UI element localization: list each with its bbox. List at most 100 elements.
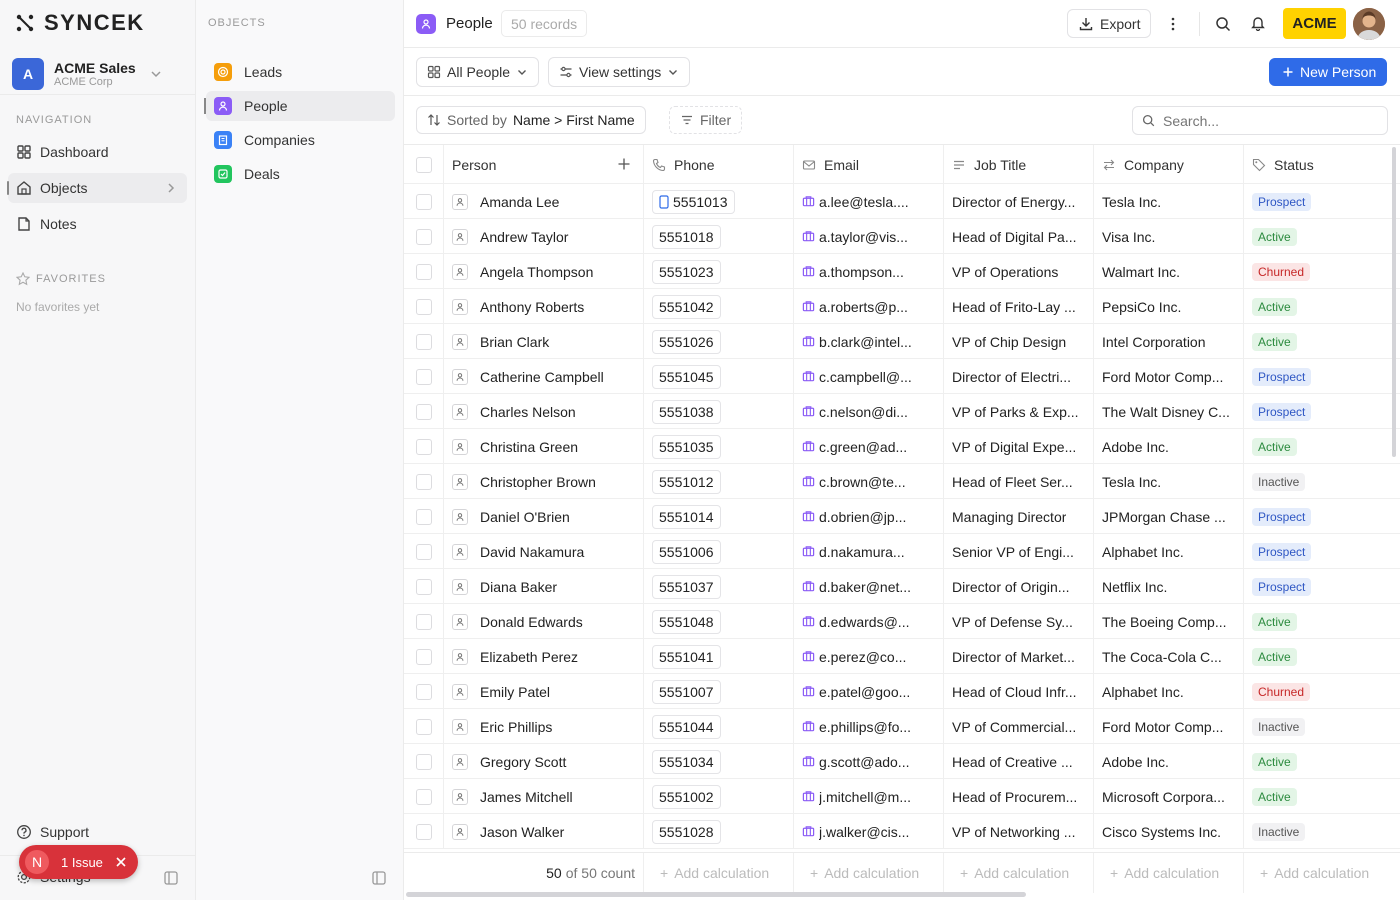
phone-cell[interactable]: 5551041 [644, 639, 794, 674]
object-item-deals[interactable]: Deals [206, 159, 395, 189]
user-avatar[interactable] [1353, 8, 1385, 40]
company-cell[interactable]: Tesla Inc. [1094, 184, 1244, 219]
person-name[interactable]: Diana Baker [480, 579, 557, 595]
row-checkbox[interactable] [416, 368, 432, 385]
job-title-cell[interactable]: Head of Cloud Infr... [944, 674, 1094, 709]
table-row[interactable]: Diana Baker 5551037 d.baker@net... Director… [404, 569, 1400, 604]
job-title-cell[interactable]: Head of Fleet Ser... [944, 464, 1094, 499]
job-title-cell[interactable]: VP of Parks & Exp... [944, 394, 1094, 429]
add-calculation-phone[interactable]: + Add calculation [644, 853, 794, 893]
table-row[interactable]: Brian Clark 5551026 b.clark@intel... VP of … [404, 324, 1400, 359]
phone-chip[interactable]: 5551014 [652, 504, 721, 529]
person-cell[interactable]: Donald Edwards [444, 604, 644, 639]
email-cell[interactable]: c.campbell@... [794, 359, 944, 394]
column-person[interactable]: Person [444, 145, 644, 184]
company-cell[interactable]: Adobe Inc. [1094, 429, 1244, 464]
email-cell[interactable]: a.roberts@p... [794, 289, 944, 324]
phone-chip[interactable]: 5551035 [652, 434, 721, 459]
table-row[interactable]: Daniel O'Brien 5551014 d.obrien@jp... Manag… [404, 499, 1400, 534]
table-row[interactable]: Emily Patel 5551007 e.patel@goo... Head of … [404, 674, 1400, 709]
phone-chip[interactable]: 5551007 [652, 679, 721, 704]
add-calculation-email[interactable]: + Add calculation [794, 853, 944, 893]
phone-cell[interactable]: 5551038 [644, 394, 794, 429]
object-item-leads[interactable]: Leads [206, 57, 395, 87]
email-cell[interactable]: e.perez@co... [794, 639, 944, 674]
table-row[interactable]: Christina Green 5551035 c.green@ad... VP of… [404, 429, 1400, 464]
view-switcher[interactable]: All People [416, 57, 540, 87]
column-status[interactable]: Status [1244, 145, 1400, 184]
email-cell[interactable]: j.mitchell@m... [794, 779, 944, 814]
table-row[interactable]: Catherine Campbell 5551045 c.campbell@... D… [404, 359, 1400, 394]
email-cell[interactable]: c.green@ad... [794, 429, 944, 464]
row-checkbox[interactable] [416, 228, 432, 245]
person-cell[interactable]: Diana Baker [444, 569, 644, 604]
person-name[interactable]: Eric Phillips [480, 719, 552, 735]
status-cell[interactable]: Prospect [1244, 394, 1394, 429]
phone-cell[interactable]: 5551012 [644, 464, 794, 499]
email-cell[interactable]: d.edwards@... [794, 604, 944, 639]
phone-cell[interactable]: 5551018 [644, 219, 794, 254]
phone-chip[interactable]: 5551044 [652, 714, 721, 739]
view-settings-button[interactable]: View settings [548, 57, 691, 87]
person-name[interactable]: Gregory Scott [480, 754, 566, 770]
status-cell[interactable]: Active [1244, 289, 1394, 324]
row-checkbox[interactable] [416, 648, 432, 665]
row-checkbox[interactable] [416, 193, 432, 210]
company-cell[interactable]: JPMorgan Chase ... [1094, 499, 1244, 534]
email-cell[interactable]: d.obrien@jp... [794, 499, 944, 534]
person-cell[interactable]: Anthony Roberts [444, 289, 644, 324]
phone-cell[interactable]: 5551023 [644, 254, 794, 289]
phone-cell[interactable]: 5551006 [644, 534, 794, 569]
email-cell[interactable]: a.thompson... [794, 254, 944, 289]
brand[interactable]: SYNCEK [16, 10, 145, 36]
table-row[interactable]: David Nakamura 5551006 d.nakamura... Senior… [404, 534, 1400, 569]
sort-chip[interactable]: Sorted by Name > First Name [416, 106, 646, 134]
person-cell[interactable]: James Mitchell [444, 779, 644, 814]
phone-cell[interactable]: 5551034 [644, 744, 794, 779]
status-cell[interactable]: Active [1244, 219, 1394, 254]
status-cell[interactable]: Active [1244, 324, 1394, 359]
row-checkbox[interactable] [416, 613, 432, 630]
person-name[interactable]: James Mitchell [480, 789, 573, 805]
company-cell[interactable]: Visa Inc. [1094, 219, 1244, 254]
phone-chip[interactable]: 5551018 [652, 224, 721, 249]
row-checkbox[interactable] [416, 683, 432, 700]
filter-button[interactable]: Filter [669, 106, 743, 134]
add-calculation-company[interactable]: + Add calculation [1094, 853, 1244, 893]
status-cell[interactable]: Active [1244, 779, 1394, 814]
person-name[interactable]: Charles Nelson [480, 404, 576, 420]
person-cell[interactable]: Catherine Campbell [444, 359, 644, 394]
job-title-cell[interactable]: Head of Procurem... [944, 779, 1094, 814]
column-email[interactable]: Email [794, 145, 944, 184]
status-cell[interactable]: Churned [1244, 254, 1394, 289]
object-item-people[interactable]: People [204, 91, 395, 121]
search-input[interactable] [1163, 112, 1363, 129]
table-row[interactable]: Gregory Scott 5551034 g.scott@ado... Head o… [404, 744, 1400, 779]
person-cell[interactable]: Brian Clark [444, 324, 644, 359]
plus-icon[interactable] [617, 157, 631, 171]
job-title-cell[interactable]: VP of Operations [944, 254, 1094, 289]
company-cell[interactable]: Netflix Inc. [1094, 569, 1244, 604]
person-name[interactable]: Catherine Campbell [480, 369, 604, 385]
job-title-cell[interactable]: Senior VP of Engi... [944, 534, 1094, 569]
row-checkbox[interactable] [416, 298, 432, 315]
company-cell[interactable]: Intel Corporation [1094, 324, 1244, 359]
person-cell[interactable]: Emily Patel [444, 674, 644, 709]
table-row[interactable]: Anthony Roberts 5551042 a.roberts@p... Head… [404, 289, 1400, 324]
footer-count[interactable]: 50 of 50 count [404, 853, 644, 893]
table-row[interactable]: Andrew Taylor 5551018 a.taylor@vis... Head … [404, 219, 1400, 254]
phone-cell[interactable]: 5551026 [644, 324, 794, 359]
phone-chip[interactable]: 5551048 [652, 609, 721, 634]
person-name[interactable]: Anthony Roberts [480, 299, 584, 315]
job-title-cell[interactable]: VP of Commercial... [944, 709, 1094, 744]
person-cell[interactable]: Angela Thompson [444, 254, 644, 289]
company-cell[interactable]: Microsoft Corpora... [1094, 779, 1244, 814]
support-link[interactable]: Support [16, 824, 89, 840]
job-title-cell[interactable]: Managing Director [944, 499, 1094, 534]
person-cell[interactable]: Amanda Lee [444, 184, 644, 219]
status-cell[interactable]: Active [1244, 604, 1394, 639]
column-phone[interactable]: Phone [644, 145, 794, 184]
phone-chip[interactable]: 5551026 [652, 329, 721, 354]
phone-cell[interactable]: 5551014 [644, 499, 794, 534]
company-cell[interactable]: Walmart Inc. [1094, 254, 1244, 289]
